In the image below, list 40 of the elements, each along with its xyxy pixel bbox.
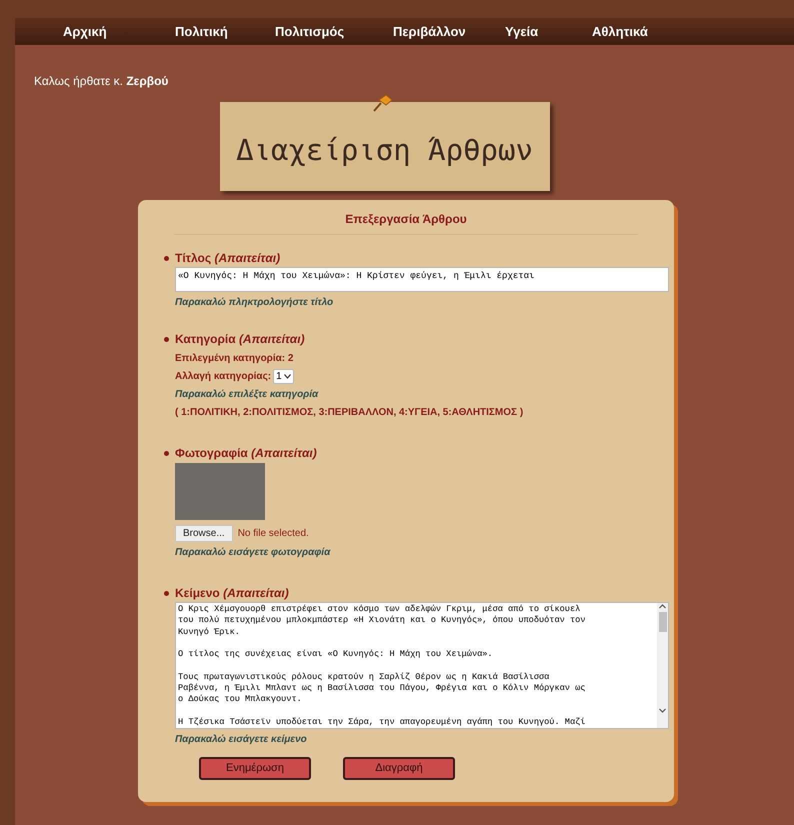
- welcome-text: Καλως ήρθατε κ. Ζερβού: [33, 73, 170, 90]
- body-text-area[interactable]: [175, 602, 669, 729]
- category-select[interactable]: 1: [273, 369, 294, 384]
- paragraph-text: Η Τζέσικα Τσάστεϊν υποδύεται την Σάρα, την απαγορευμένη αγάπη του Κυνηγού. Μαζί: [178, 716, 586, 728]
- field-label: Κείμενο (Απαιτείται): [175, 585, 289, 602]
- paragraph-text: Ο Κρις Χέμσγουορθ επιστρέφει στον κόσμο των αδελφών Γκριμ, μέσα από το σίκουελ του πολύ πετυχημένου μπλοκμπάστερ «Η Χιονάτη και ο Κυνηγός», όπου υποδυόταν τον Κυνηγό Έρικ.: [178, 604, 586, 638]
- nav-link[interactable]: Πολιτική: [175, 22, 275, 42]
- hint-text: Παρακαλώ εισάγετε κείμενο: [175, 733, 308, 747]
- scroll-thumb[interactable]: [658, 612, 666, 632]
- bullet-icon: [164, 590, 169, 596]
- hint-text: Παρακαλώ εισάγετε φωτογραφία: [175, 546, 332, 560]
- page-title: Διαχείριση Άρθρων: [236, 132, 533, 169]
- change-category-label: Αλλαγή κατηγορίας:: [175, 370, 272, 384]
- field-label: Τίτλος (Απαιτείται): [175, 250, 280, 267]
- browse-button[interactable]: Browse...: [175, 525, 233, 542]
- nav-link[interactable]: Υγεία: [505, 22, 592, 42]
- bullet-icon: [164, 336, 169, 342]
- bullet-icon: [164, 450, 169, 456]
- field-label: Κατηγορία (Απαιτείται): [175, 331, 305, 348]
- selected-category-text: Επιλεγμένη κατηγορία: 2: [175, 352, 294, 366]
- caret-icon: [284, 374, 291, 379]
- scroll-down-icon[interactable]: [659, 707, 666, 714]
- action-button[interactable]: Ενημέρωση: [199, 757, 311, 780]
- paragraph-text: Τους πρωταγωνιστικούς ρόλους κρατούν η Σαρλίζ Θέρον ως η Κακιά Βασίλισσα Ραβέννα, η Έμιλι Μπλαντ ως η Βασίλισσα του Πάγου, Φρέγια και ο Κόλιν Μόργκαν ως ο Δούκας του Μπλακγουντ.: [178, 672, 586, 706]
- paragraph-text: Ο τίτλος της συνέχειας είναι «Ο Κυνηγός: Η Μάχη του Χειμώνα».: [178, 649, 494, 660]
- form-heading: Επεξεργασία Άρθρου: [174, 210, 638, 235]
- file-status-text: No file selected.: [238, 527, 309, 541]
- nav-link[interactable]: Περιβάλλον: [393, 22, 505, 42]
- nav-link[interactable]: Αθλητικά: [592, 22, 692, 42]
- hint-text: Παρακαλώ πληκτρολογήστε τίτλο: [175, 296, 334, 310]
- pushpin-icon: [370, 94, 392, 112]
- scroll-up-icon[interactable]: [659, 603, 666, 610]
- action-button[interactable]: Διαγραφή: [343, 757, 455, 780]
- field-label: Φωτογραφία (Απαιτείται): [175, 445, 317, 462]
- hint-text: Παρακαλώ επιλέξτε κατηγορία: [175, 388, 320, 402]
- title-field[interactable]: «Ο Κυνηγός: Η Μάχη του Χειμώνα»: Η Κρίστεν φεύγει, η Έμιλι έρχεται: [175, 267, 669, 292]
- nav-link[interactable]: Αρχική: [63, 22, 175, 42]
- nav-link[interactable]: Πολιτισμός: [275, 22, 393, 42]
- bullet-icon: [164, 256, 169, 260]
- category-legend: ( 1:ΠΟΛΙΤΙΚΗ, 2:ΠΟΛΙΤΙΣΜΟΣ, 3:ΠΕΡΙΒΑΛΛΟΝ, 4:ΥΓΕΙΑ, 5:ΑΘΛΗΤΙΣΜΟΣ ): [175, 405, 648, 420]
